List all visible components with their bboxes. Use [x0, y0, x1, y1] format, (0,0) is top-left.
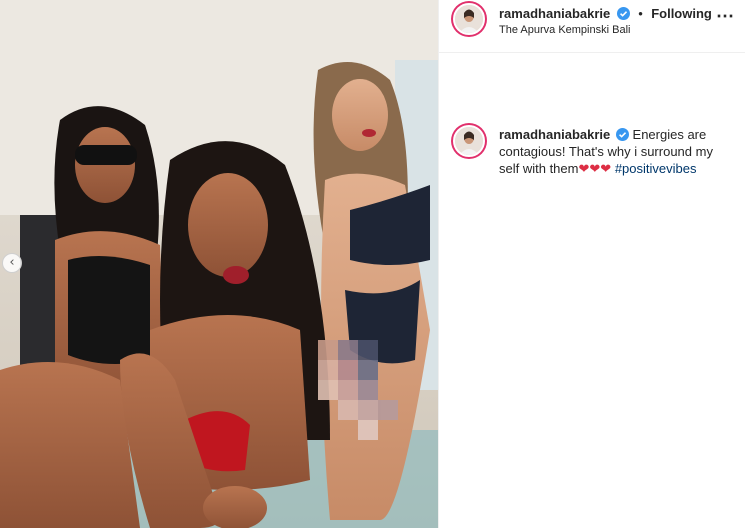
heart-emoji-icon: ❤ — [578, 162, 590, 177]
location-link[interactable]: The Apurva Kempinski Bali — [499, 24, 630, 36]
heart-emoji-icon: ❤ — [589, 162, 601, 177]
caption-username[interactable]: ramadhaniabakrie — [499, 127, 610, 142]
separator-dot: • — [638, 6, 643, 21]
chevron-left-icon: ‹ — [9, 255, 15, 270]
avatar-image — [455, 5, 483, 33]
caption-text: ramadhaniabakrie Energies are contagious… — [499, 126, 735, 178]
caption-avatar[interactable] — [453, 125, 485, 157]
verified-badge-icon — [616, 7, 630, 20]
more-options-icon[interactable]: ⋯ — [716, 6, 735, 27]
verified-badge-icon — [615, 128, 629, 141]
avatar[interactable] — [453, 3, 485, 35]
hashtag-link[interactable]: #positivevibes — [615, 161, 697, 176]
following-button[interactable]: Following — [651, 6, 712, 21]
avatar-image — [455, 127, 483, 155]
post-header: ramadhaniabakrie • Following The Apurva … — [439, 0, 745, 53]
post-image — [0, 0, 438, 528]
header-username[interactable]: ramadhaniabakrie — [499, 6, 610, 21]
heart-emoji-icon: ❤ — [600, 162, 612, 177]
post-photo[interactable]: ‹ — [0, 0, 438, 528]
carousel-prev-button[interactable]: ‹ — [2, 253, 22, 273]
post-side-panel: ramadhaniabakrie • Following The Apurva … — [438, 0, 745, 528]
